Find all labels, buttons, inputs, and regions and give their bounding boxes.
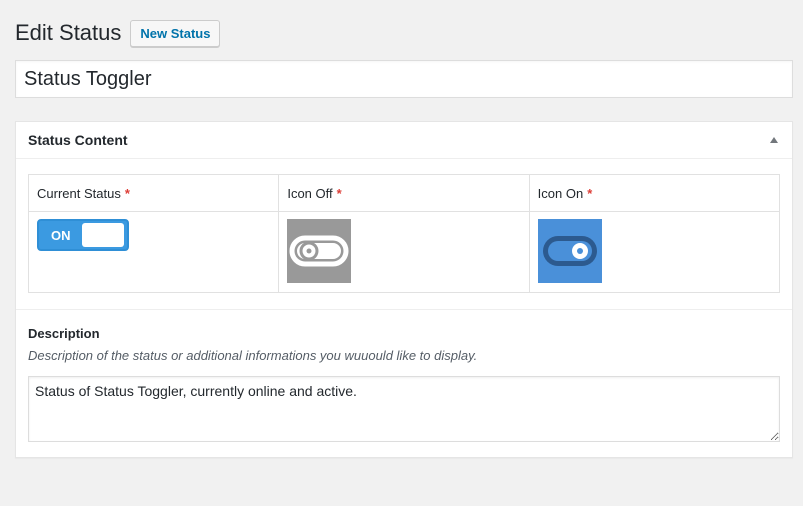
toggle-on-icon[interactable] xyxy=(537,219,602,283)
description-hint: Description of the status or additional … xyxy=(28,348,478,363)
description-label: Description xyxy=(28,326,100,341)
column-label: Icon On xyxy=(537,185,584,201)
required-mark: * xyxy=(587,185,593,201)
column-header-icon-off: Icon Off * xyxy=(279,175,529,212)
metabox-header[interactable]: Status Content xyxy=(16,122,792,159)
metabox-title: Status Content xyxy=(28,132,128,148)
column-label: Icon Off xyxy=(287,185,333,201)
toggle-off-icon[interactable] xyxy=(287,219,352,283)
page-title: Edit Status xyxy=(15,20,122,45)
triangle-up-icon[interactable] xyxy=(770,137,778,143)
status-title-input[interactable] xyxy=(15,60,793,98)
icon-off-column: Icon Off * xyxy=(279,175,530,292)
column-label: Current Status xyxy=(37,185,121,201)
icon-on-column: Icon On * xyxy=(529,175,779,292)
switch-knob xyxy=(82,223,124,247)
current-status-column: Current Status * ON xyxy=(29,175,280,292)
status-fields-table: Current Status * ON Icon Off * Icon On * xyxy=(28,174,780,293)
required-mark: * xyxy=(336,185,342,201)
description-section: Description Description of the status or… xyxy=(16,309,792,442)
current-status-switch[interactable]: ON xyxy=(37,219,129,251)
column-header-icon-on: Icon On * xyxy=(529,175,779,212)
column-header-current-status: Current Status * xyxy=(29,175,279,212)
new-status-button[interactable]: New Status xyxy=(130,19,221,47)
description-textarea[interactable]: Status of Status Toggler, currently onli… xyxy=(28,376,780,442)
required-mark: * xyxy=(124,185,130,201)
switch-label: ON xyxy=(51,227,71,243)
page-header: Edit Status New Status xyxy=(15,18,221,48)
status-content-metabox: Status Content Current Status * ON Icon … xyxy=(15,121,793,458)
